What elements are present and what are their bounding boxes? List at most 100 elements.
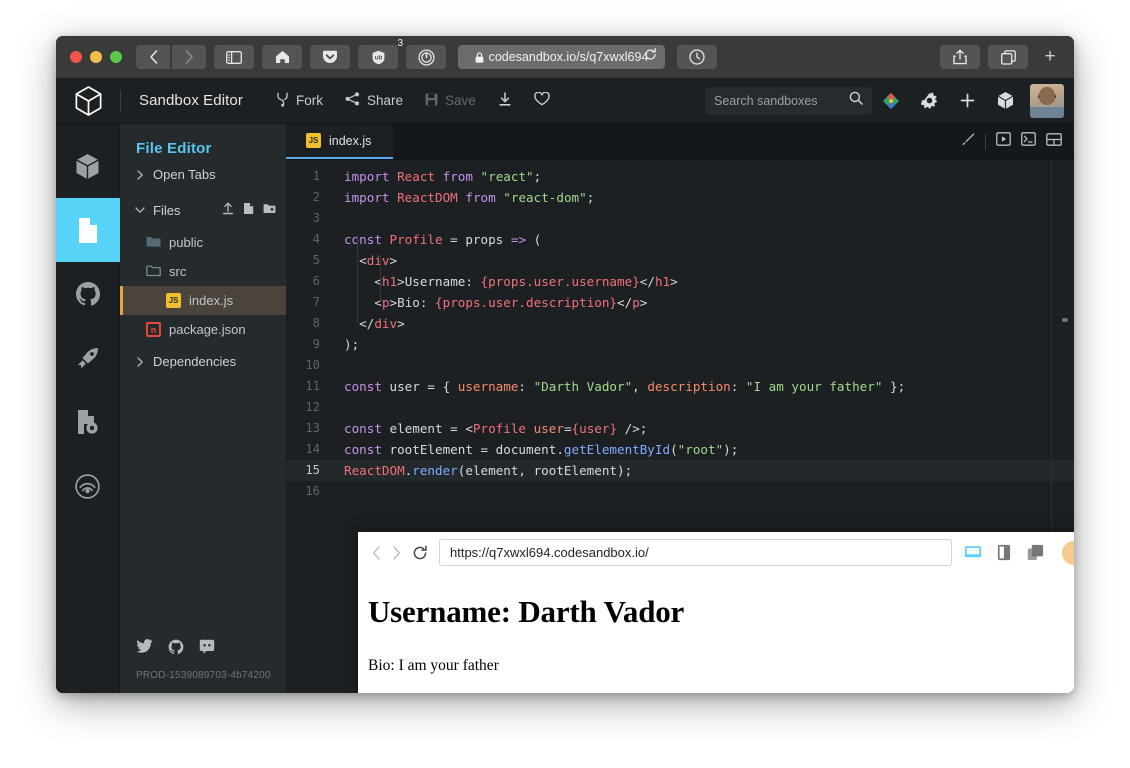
- tablet-view-icon[interactable]: [994, 543, 1014, 563]
- tab-label: index.js: [329, 133, 372, 148]
- sidebar-toggle-button[interactable]: [214, 45, 254, 69]
- close-window-button[interactable]: [70, 51, 82, 63]
- header-actions: Fork Share Save: [265, 86, 561, 116]
- terminal-icon[interactable]: [1021, 132, 1036, 151]
- tree-item-index-js[interactable]: JS index.js: [120, 286, 286, 315]
- lock-icon: [475, 51, 483, 63]
- share-export-icon[interactable]: [940, 45, 980, 69]
- codesandbox-cube-icon[interactable]: [56, 78, 120, 124]
- url-text-group: codesandbox.io/s/q7xwxl694: [475, 50, 648, 64]
- line-number: 15: [305, 463, 320, 477]
- line-number: 6: [312, 274, 320, 288]
- new-tab-button[interactable]: +: [1036, 43, 1064, 71]
- code-text: const element = <Profile user={user} />;: [344, 421, 648, 436]
- preview-forward-icon[interactable]: [392, 545, 401, 560]
- home-icon[interactable]: [262, 45, 302, 69]
- deploy-rocket-icon[interactable]: [56, 326, 120, 390]
- upload-icon[interactable]: [222, 202, 234, 218]
- preview-paragraph: Bio: I am your father: [368, 657, 499, 674]
- browser-url-bar[interactable]: codesandbox.io/s/q7xwxl694: [458, 45, 665, 69]
- folder-open-icon: [146, 264, 161, 280]
- tab-index-js[interactable]: JS index.js: [286, 124, 394, 159]
- page-title: Sandbox Editor: [139, 92, 243, 109]
- responsive-toggle[interactable]: [1062, 540, 1074, 565]
- discord-icon[interactable]: [199, 639, 215, 660]
- activity-rail: [56, 124, 120, 693]
- forward-button[interactable]: [172, 45, 206, 69]
- code-line: 2 import ReactDOM from "react-dom";: [286, 187, 1074, 208]
- gear-icon[interactable]: [910, 82, 948, 120]
- ublock-shield-icon[interactable]: ub 3: [358, 38, 403, 69]
- code-line: 9);: [286, 334, 1074, 355]
- history-clock-icon[interactable]: [677, 45, 717, 69]
- minimize-window-button[interactable]: [90, 51, 102, 63]
- share-button[interactable]: Share: [334, 86, 414, 115]
- files-actions: [222, 202, 276, 218]
- scrollbar-thumb[interactable]: [1062, 318, 1068, 322]
- code-text: import ReactDOM from "react-dom";: [344, 190, 595, 205]
- line-number: 1: [312, 169, 320, 183]
- new-folder-icon[interactable]: [263, 202, 276, 218]
- line-number: 5: [312, 253, 320, 267]
- new-file-icon[interactable]: [243, 202, 254, 218]
- share-label: Share: [366, 93, 403, 108]
- github-icon[interactable]: [168, 639, 184, 660]
- download-icon: [498, 91, 512, 110]
- fork-button[interactable]: Fork: [265, 86, 334, 116]
- prettier-brush-icon[interactable]: [960, 132, 975, 152]
- like-button[interactable]: [523, 86, 561, 115]
- desktop-view-icon[interactable]: [963, 543, 983, 563]
- plus-icon[interactable]: [948, 82, 986, 120]
- sandbox-info-icon[interactable]: [56, 134, 120, 198]
- files-icon[interactable]: [56, 198, 120, 262]
- download-button[interactable]: [487, 86, 523, 116]
- header-right-group: [705, 82, 1074, 120]
- js-file-icon: JS: [306, 133, 321, 148]
- file-config-icon[interactable]: [56, 390, 120, 454]
- preview-reload-icon[interactable]: [412, 544, 428, 561]
- github-icon[interactable]: [56, 262, 120, 326]
- code-line: 8 </div>: [286, 313, 1074, 334]
- svg-text:ub: ub: [374, 54, 382, 61]
- preview-url-field[interactable]: https://q7xwxl694.codesandbox.io/: [439, 539, 952, 566]
- preview-back-icon[interactable]: [372, 545, 381, 560]
- twitter-icon[interactable]: [136, 639, 153, 660]
- search-sandboxes-field[interactable]: [705, 86, 872, 115]
- app-header: Sandbox Editor Fork Share Save: [56, 78, 1074, 124]
- live-broadcast-icon[interactable]: [56, 454, 120, 518]
- search-input[interactable]: [714, 93, 863, 108]
- mobile-view-icon[interactable]: [1025, 543, 1045, 563]
- sidebar-section-open-tabs[interactable]: Open Tabs: [120, 157, 286, 192]
- show-tabs-icon[interactable]: [988, 45, 1028, 69]
- code-text: const Profile = props => (: [344, 232, 542, 247]
- line-number: 8: [312, 316, 320, 330]
- code-text: const rootElement = document.getElementB…: [344, 442, 739, 457]
- save-button[interactable]: Save: [414, 87, 487, 115]
- tree-item-package-json[interactable]: n package.json: [120, 315, 286, 344]
- run-icon[interactable]: [996, 132, 1011, 151]
- search-icon: [849, 91, 863, 110]
- cube-icon[interactable]: [986, 82, 1024, 120]
- chevron-down-icon: [134, 206, 146, 214]
- pocket-icon[interactable]: [310, 45, 350, 69]
- onepassword-icon[interactable]: [406, 45, 446, 69]
- colorful-diamond-icon[interactable]: [872, 82, 910, 120]
- code-line: 16: [286, 481, 1074, 502]
- heart-icon: [534, 91, 550, 109]
- editor-scrollbar[interactable]: [1062, 170, 1068, 500]
- zoom-window-button[interactable]: [110, 51, 122, 63]
- preview-iframe-content: Username: Darth Vador Bio: I am your fat…: [358, 573, 1074, 693]
- indent-guide: [357, 235, 358, 323]
- tree-item-public[interactable]: public: [120, 228, 286, 257]
- split-view-icon[interactable]: [1046, 132, 1062, 151]
- code-line: 6 <h1>Username: {props.user.username}</h…: [286, 271, 1074, 292]
- avatar[interactable]: [1030, 83, 1064, 118]
- sidebar-section-dependencies[interactable]: Dependencies: [120, 344, 286, 379]
- browser-reload-icon[interactable]: [644, 47, 657, 66]
- code-line: 10: [286, 355, 1074, 376]
- folder-closed-icon: [146, 235, 161, 251]
- sidebar-section-files[interactable]: Files: [120, 192, 286, 228]
- back-button[interactable]: [136, 45, 170, 69]
- tree-item-src[interactable]: src: [120, 257, 286, 286]
- open-tabs-label: Open Tabs: [153, 167, 216, 182]
